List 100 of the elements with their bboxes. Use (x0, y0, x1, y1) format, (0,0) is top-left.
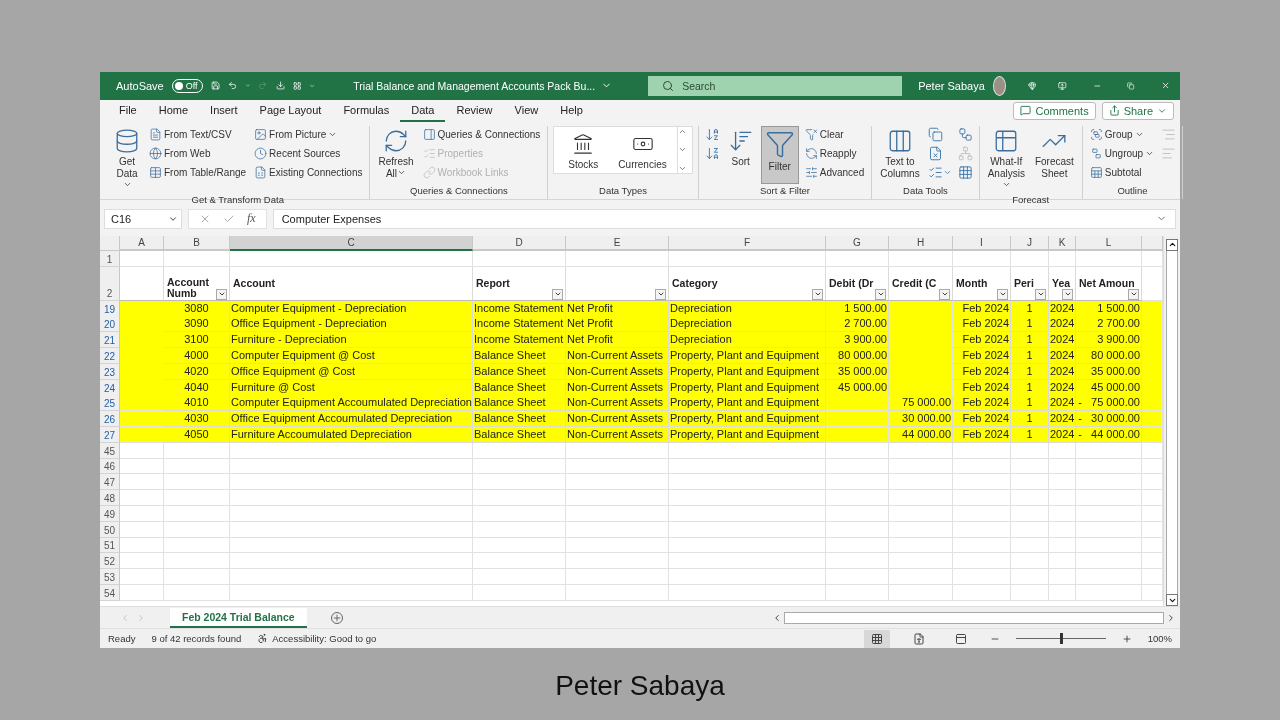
column-header[interactable]: A (120, 235, 164, 251)
column-header[interactable]: L (1076, 235, 1142, 251)
share-button[interactable]: Share (1101, 101, 1174, 120)
ribbon-tab[interactable]: Review (445, 103, 504, 122)
ribbon-button[interactable]: From Web (147, 144, 249, 163)
column-header[interactable]: G (826, 235, 889, 251)
zoom-thumb[interactable] (1059, 633, 1063, 645)
ribbon-button[interactable]: Ungroup (1087, 144, 1157, 163)
vertical-scrollbar[interactable] (1163, 235, 1180, 607)
restore-icon[interactable] (1127, 79, 1135, 92)
row-number[interactable]: 48 (100, 490, 120, 507)
document-title[interactable]: Trial Balance and Management Accounts Pack Bu... (353, 79, 596, 92)
ribbon-button[interactable]: Recent Sources (252, 144, 365, 163)
scroll-right-icon[interactable] (1166, 612, 1176, 623)
copy-icon[interactable] (927, 127, 943, 143)
scroll-up-button[interactable] (1166, 238, 1178, 251)
filter-dropdown[interactable] (997, 288, 1008, 300)
ribbon-tab[interactable]: Insert (199, 103, 249, 122)
row-number[interactable]: 54 (100, 585, 120, 601)
table-cell: Balance Sheet (473, 363, 566, 380)
sort-descending-icon[interactable] (704, 146, 720, 162)
search-field[interactable]: Search (648, 75, 903, 96)
ribbon-button[interactable]: Text to Columns (877, 125, 923, 182)
data-type-button[interactable]: Currencies (608, 126, 677, 176)
filter-dropdown[interactable] (552, 288, 563, 300)
row-number[interactable]: 49 (100, 506, 120, 522)
checklist-icon[interactable] (927, 165, 943, 181)
scroll-down-button[interactable] (1166, 594, 1178, 607)
group-label: Data Types (598, 184, 648, 198)
filter-dropdown[interactable] (812, 288, 823, 300)
row-number[interactable]: 2 (100, 266, 120, 301)
ribbon-button[interactable]: Forecast Sheet (1031, 125, 1077, 182)
ribbon-button[interactable]: Reapply (802, 144, 867, 163)
ribbon-button[interactable]: Advanced (802, 163, 867, 182)
row-number[interactable]: 27 (100, 427, 120, 444)
ribbon-button[interactable]: From Table/Range (147, 163, 249, 182)
row-number[interactable]: 21 (100, 332, 120, 349)
formula-field[interactable]: Computer Expenses (272, 208, 1176, 229)
column-header[interactable]: B (164, 235, 230, 251)
ribbon-button[interactable]: From Text/CSV (147, 125, 249, 144)
filter-dropdown[interactable] (1035, 288, 1046, 300)
column-header[interactable]: C (230, 235, 473, 251)
workflow-icon[interactable] (957, 127, 973, 143)
sheet-tab[interactable]: Feb 2024 Trial Balance (170, 607, 307, 628)
horizontal-scrollbar[interactable] (784, 611, 1164, 624)
grid-icon[interactable] (957, 165, 973, 181)
column-header[interactable]: D (473, 235, 566, 251)
row-number[interactable]: 22 (100, 348, 120, 365)
ribbon-button[interactable]: Get Data (111, 125, 143, 194)
name-box[interactable]: C16 (104, 208, 182, 229)
ribbon-tab[interactable]: Page Layout (248, 103, 333, 122)
ribbon-tab[interactable]: Home (147, 103, 200, 122)
comments-button[interactable]: Comments (1013, 101, 1096, 120)
ribbon-button[interactable]: Sort (724, 125, 757, 170)
row-number[interactable]: 47 (100, 474, 120, 491)
scroll-left-icon[interactable] (772, 612, 782, 623)
column-header[interactable]: F (669, 235, 826, 251)
filter-dropdown[interactable] (655, 288, 666, 300)
ribbon-button[interactable]: Refresh All (375, 125, 417, 182)
filter-dropdown[interactable] (1062, 288, 1073, 300)
row-number[interactable]: 25 (100, 395, 120, 412)
ribbon-button[interactable]: From Picture (252, 125, 365, 144)
column-header[interactable]: J (1011, 235, 1049, 251)
ribbon-tab[interactable]: Help (549, 103, 594, 122)
column-header[interactable]: K (1049, 235, 1076, 251)
column-header[interactable]: E (566, 235, 669, 251)
avatar[interactable] (992, 75, 1006, 96)
remove-icon[interactable] (927, 146, 943, 162)
ribbon-button[interactable]: Existing Connections (252, 163, 365, 182)
filter-dropdown[interactable] (939, 288, 950, 300)
accessibility-status[interactable]: Accessibility: Good to go (272, 633, 377, 645)
column-title: Account (233, 277, 276, 289)
row-number[interactable]: 20 (100, 316, 120, 333)
filter-dropdown[interactable] (1128, 288, 1139, 300)
filter-dropdown[interactable] (875, 288, 886, 300)
accessibility-icon[interactable] (257, 633, 269, 645)
user-name[interactable]: Peter Sabaya (918, 79, 985, 92)
ribbon-tab[interactable]: Data (400, 103, 446, 122)
filter-dropdown[interactable] (216, 288, 227, 300)
row-number[interactable]: 52 (100, 553, 120, 570)
column-header[interactable]: I (953, 235, 1011, 251)
insert-function-button[interactable]: fx (247, 211, 256, 227)
data-type-button[interactable]: Stocks (558, 126, 609, 176)
column-header[interactable]: H (889, 235, 953, 251)
document-icon (149, 128, 162, 142)
ribbon-button[interactable]: What-If Analysis (984, 125, 1028, 194)
ribbon-button[interactable]: Group (1087, 125, 1157, 144)
row-number[interactable]: 53 (100, 569, 120, 585)
zoom-level[interactable]: 100% (1147, 633, 1172, 645)
ribbon-button[interactable]: Clear (802, 125, 867, 144)
ribbon-button[interactable]: Filter (760, 125, 799, 184)
row-number[interactable]: 26 (100, 411, 120, 428)
normal-view-button[interactable] (863, 629, 890, 648)
ribbon-tab[interactable]: Formulas (332, 103, 401, 122)
ribbon-tab[interactable]: View (503, 103, 550, 122)
ribbon-tab[interactable]: File (108, 103, 148, 122)
zoom-in-icon[interactable] (1121, 633, 1132, 644)
sort-ascending-icon[interactable] (704, 127, 720, 143)
ribbon-button[interactable]: Subtotal (1087, 163, 1157, 182)
ribbon-button[interactable]: Queries & Connections (420, 125, 543, 144)
